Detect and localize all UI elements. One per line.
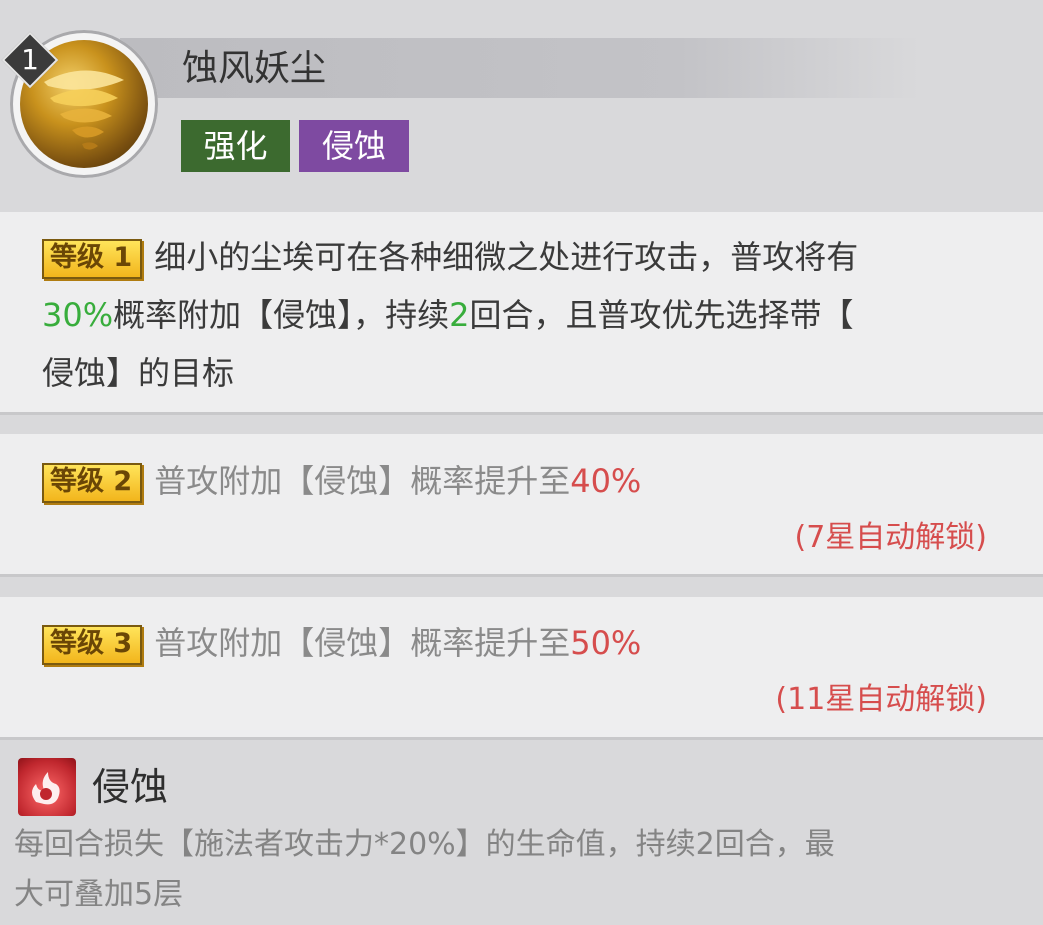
tag-enhance: 强化 bbox=[181, 120, 290, 172]
level-3-badge: 等级 3 bbox=[42, 625, 143, 665]
level-3-unlock: (11星自动解锁) bbox=[775, 682, 987, 717]
level-1-text: 等级 1 细小的尘埃可在各种细微之处进行攻击，普攻将有 30%概率附加【侵蚀】，持… bbox=[42, 228, 1002, 402]
status-desc-line2: 大可叠加5层 bbox=[14, 877, 184, 912]
level-2-value: 40% bbox=[570, 462, 642, 500]
level-2-desc: 普攻附加【侵蚀】概率提升至 bbox=[154, 462, 571, 500]
status-description: 每回合损失【施法者攻击力*20%】的生命值，持续2回合，最 大可叠加5层 bbox=[14, 820, 1024, 920]
level-1-rounds: 2 bbox=[449, 296, 470, 334]
divider bbox=[0, 574, 1043, 577]
level-2-badge: 等级 2 bbox=[42, 463, 143, 503]
level-3-text: 等级 3 普攻附加【侵蚀】概率提升至50% bbox=[42, 614, 641, 672]
skill-name: 蚀风妖尘 bbox=[182, 48, 327, 89]
status-name: 侵蚀 bbox=[92, 765, 169, 809]
level-3-value: 50% bbox=[570, 624, 642, 662]
level-3-desc: 普攻附加【侵蚀】概率提升至 bbox=[154, 624, 571, 662]
level-1-desc-c: 回合，且普攻优先选择带【 bbox=[469, 296, 854, 334]
tag-erosion: 侵蚀 bbox=[299, 120, 409, 172]
level-1-desc-b: 概率附加【侵蚀】，持续 bbox=[113, 296, 450, 334]
level-1-desc-d: 侵蚀】的目标 bbox=[42, 354, 235, 392]
level-1-badge: 等级 1 bbox=[42, 239, 143, 279]
flame-swirl-icon bbox=[18, 758, 76, 816]
level-2-text: 等级 2 普攻附加【侵蚀】概率提升至40% bbox=[42, 452, 641, 510]
level-1-desc-a: 细小的尘埃可在各种细微之处进行攻击，普攻将有 bbox=[154, 238, 859, 276]
level-2-unlock: (7星自动解锁) bbox=[794, 520, 988, 555]
level-badge-number: 1 bbox=[21, 43, 39, 76]
divider bbox=[0, 412, 1043, 415]
status-desc-line1: 每回合损失【施法者攻击力*20%】的生命值，持续2回合，最 bbox=[14, 827, 835, 862]
level-1-chance: 30% bbox=[42, 296, 114, 334]
